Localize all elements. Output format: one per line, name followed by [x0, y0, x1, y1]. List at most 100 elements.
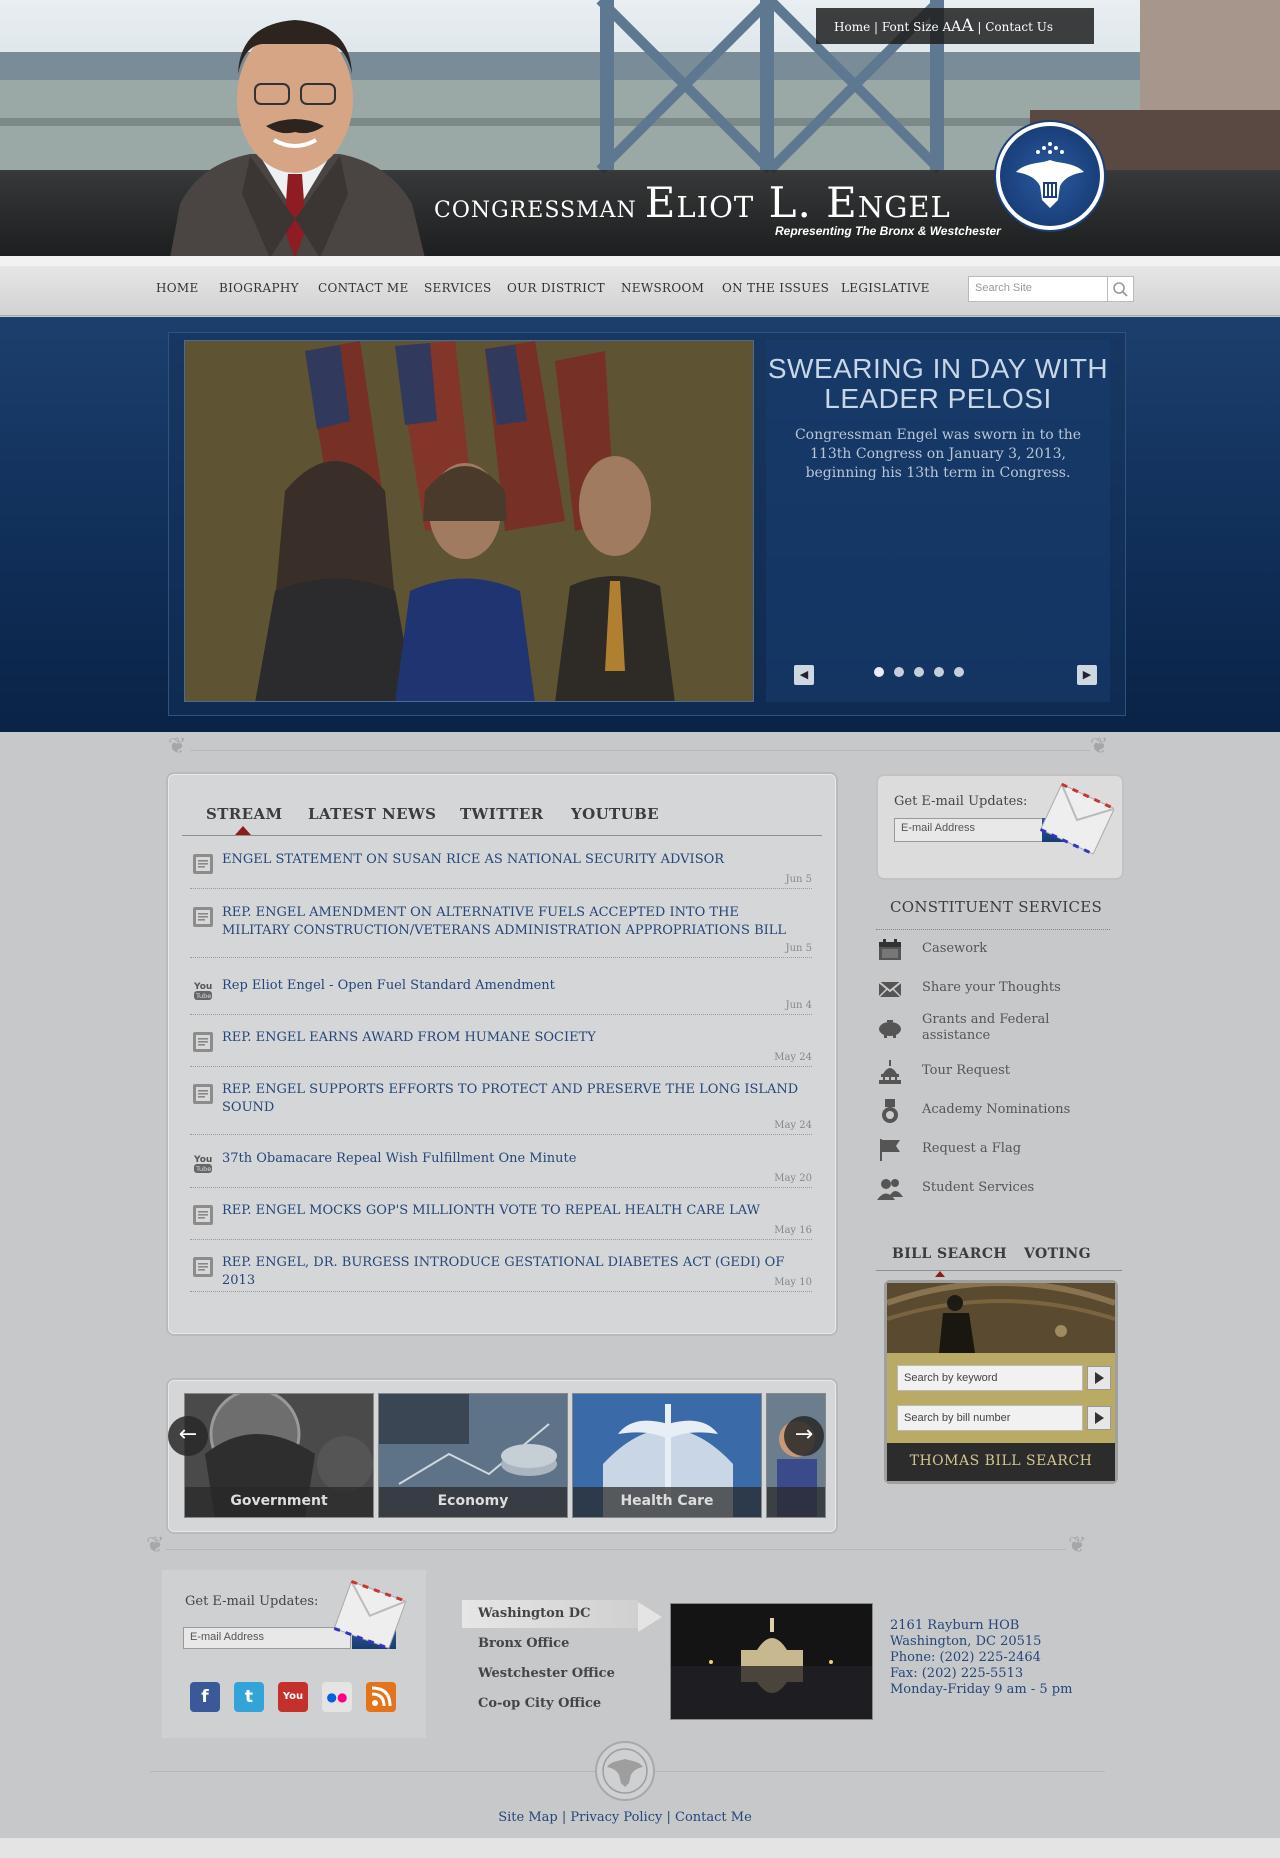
constituent-service-label[interactable]: Grants and Federal assistance: [922, 1012, 1062, 1044]
issue-government[interactable]: Government: [184, 1393, 374, 1518]
constituent-service-label[interactable]: Request a Flag: [922, 1141, 1021, 1157]
contact-us-link[interactable]: Contact Us: [985, 20, 1053, 34]
separator: |: [874, 20, 879, 34]
stream-item-title[interactable]: REP. ENGEL SUPPORTS EFFORTS TO PROTECT A…: [222, 1081, 802, 1117]
stream-item[interactable]: REP. ENGEL MOCKS GOP'S MILLIONTH VOTE TO…: [190, 1202, 812, 1246]
constituent-service-item[interactable]: Student Services: [876, 1175, 1116, 1205]
page-bottom-bar: [0, 1838, 1280, 1858]
stream-item-title[interactable]: ENGEL STATEMENT ON SUSAN RICE AS NATIONA…: [222, 851, 802, 869]
tab-bill-search[interactable]: BILL SEARCH: [892, 1246, 1007, 1262]
constituent-service-item[interactable]: Casework: [876, 936, 1116, 966]
font-size-large[interactable]: A: [961, 16, 973, 36]
stream-item[interactable]: You Tube Rep Eliot Engel - Open Fuel Stand…: [190, 977, 812, 1021]
stream-item-title[interactable]: Rep Eliot Engel - Open Fuel Standard Ame…: [222, 977, 802, 995]
stream-item-title[interactable]: REP. ENGEL EARNS AWARD FROM HUMANE SOCIE…: [222, 1029, 802, 1047]
constituent-service-item[interactable]: Share your Thoughts: [876, 975, 1116, 1005]
font-size-medium[interactable]: A: [951, 19, 961, 35]
office-washington-dc[interactable]: Washington DC: [462, 1600, 638, 1628]
stream-item-title[interactable]: 37th Obamacare Repeal Wish Fulfillment O…: [222, 1150, 802, 1168]
stream-item[interactable]: REP. ENGEL SUPPORTS EFFORTS TO PROTECT A…: [190, 1081, 812, 1141]
bill-number-input[interactable]: Search by bill number: [897, 1405, 1083, 1431]
hero-dot[interactable]: [934, 667, 944, 677]
search-button[interactable]: [1108, 276, 1134, 302]
sitemap-link[interactable]: Site Map: [498, 1810, 558, 1825]
hero-next-button[interactable]: ▶: [1077, 665, 1097, 685]
constituent-service-label[interactable]: Tour Request: [922, 1063, 1010, 1079]
nav-contact-me[interactable]: CONTACT ME: [318, 266, 409, 316]
tab-youtube[interactable]: YOUTUBE: [571, 805, 659, 823]
stream-item-title[interactable]: REP. ENGEL, DR. BURGESS INTRODUCE GESTAT…: [222, 1254, 802, 1290]
hero-dot[interactable]: [914, 667, 924, 677]
office-co-op-city[interactable]: Co-op City Office: [462, 1690, 652, 1718]
tab-stream[interactable]: STREAM: [206, 805, 283, 823]
site-title[interactable]: Congressman Eliot L. Engel: [434, 178, 951, 227]
nav-home[interactable]: HOME: [156, 266, 199, 316]
nav-services[interactable]: SERVICES: [424, 266, 492, 316]
medal-icon: [876, 1097, 904, 1125]
svg-text:Tube: Tube: [195, 992, 211, 1000]
bill-keyword-go-button[interactable]: [1087, 1366, 1111, 1390]
stream-item[interactable]: You Tube 37th Obamacare Repeal Wish Fulfil…: [190, 1150, 812, 1194]
nav-on-the-issues[interactable]: ON THE ISSUES: [722, 266, 829, 316]
footer-email-input[interactable]: E-mail Address: [183, 1627, 351, 1649]
constituent-service-label[interactable]: Academy Nominations: [922, 1102, 1070, 1118]
divider: [876, 929, 1110, 930]
facebook-icon[interactable]: f: [190, 1682, 220, 1712]
bill-number-go-button[interactable]: [1087, 1406, 1111, 1430]
nav-legislative[interactable]: LEGISLATIVE: [841, 266, 930, 316]
stream-item-title[interactable]: REP. ENGEL MOCKS GOP'S MILLIONTH VOTE TO…: [222, 1202, 802, 1220]
youtube-icon[interactable]: You: [278, 1682, 308, 1712]
phone-number[interactable]: Phone: (202) 225-2464: [890, 1650, 1072, 1666]
nav-our-district[interactable]: OUR DISTRICT: [507, 266, 605, 316]
title-prefix: Congressman: [434, 198, 637, 223]
bill-keyword-input[interactable]: Search by keyword: [897, 1365, 1083, 1391]
tab-twitter[interactable]: TWITTER: [460, 805, 544, 823]
issue-health-care[interactable]: Health Care: [572, 1393, 762, 1518]
issue-education-partial[interactable]: [766, 1393, 826, 1518]
flickr-icon[interactable]: ●●: [322, 1682, 352, 1712]
hero-prev-button[interactable]: ◀: [794, 665, 814, 685]
email-input[interactable]: E-mail Address: [894, 818, 1044, 842]
stream-item[interactable]: REP. ENGEL AMENDMENT ON ALTERNATIVE FUEL…: [190, 904, 812, 964]
stream-item[interactable]: ENGEL STATEMENT ON SUSAN RICE AS NATIONA…: [190, 851, 812, 895]
stream-item[interactable]: REP. ENGEL, DR. BURGESS INTRODUCE GESTAT…: [190, 1254, 812, 1298]
nav-biography[interactable]: BIOGRAPHY: [219, 266, 299, 316]
active-tab-indicator: [235, 826, 251, 835]
hero-dot[interactable]: [954, 667, 964, 677]
privacy-policy-link[interactable]: Privacy Policy: [570, 1810, 662, 1825]
thomas-bill-search-link[interactable]: THOMAS BILL SEARCH: [887, 1443, 1115, 1481]
office-westchester[interactable]: Westchester Office: [462, 1660, 652, 1688]
stream-item-title[interactable]: REP. ENGEL AMENDMENT ON ALTERNATIVE FUEL…: [222, 904, 802, 940]
issue-economy[interactable]: Economy: [378, 1393, 568, 1518]
stream-item[interactable]: REP. ENGEL EARNS AWARD FROM HUMANE SOCIE…: [190, 1029, 812, 1073]
carousel-prev-button[interactable]: ←: [168, 1416, 208, 1456]
hero-title[interactable]: SWEARING IN DAY WITH LEADER PELOSI: [766, 354, 1110, 414]
hero-dot[interactable]: [874, 667, 884, 677]
envelope-icon: [1040, 782, 1114, 856]
address-line: Washington, DC 20515: [890, 1634, 1042, 1649]
envelope-icon: [333, 1580, 407, 1650]
font-size-small[interactable]: A: [942, 20, 951, 34]
people-icon: [876, 1175, 904, 1203]
tab-voting[interactable]: VOTING: [1024, 1246, 1091, 1262]
hero-slide-image[interactable]: [184, 340, 754, 702]
constituent-service-item[interactable]: Tour Request: [876, 1058, 1116, 1088]
hero-dot[interactable]: [894, 667, 904, 677]
constituent-service-label[interactable]: Student Services: [922, 1180, 1034, 1196]
constituent-service-label[interactable]: Casework: [922, 941, 987, 957]
contact-me-link[interactable]: Contact Me: [675, 1810, 752, 1825]
tab-latest-news[interactable]: LATEST NEWS: [308, 805, 436, 823]
piggy-bank-icon: [876, 1013, 904, 1041]
tab-underline: [182, 835, 822, 836]
carousel-next-button[interactable]: →: [784, 1416, 824, 1456]
constituent-service-item[interactable]: Academy Nominations: [876, 1097, 1116, 1127]
twitter-icon[interactable]: t: [234, 1682, 264, 1712]
nav-newsroom[interactable]: NEWSROOM: [621, 266, 704, 316]
office-bronx[interactable]: Bronx Office: [462, 1630, 652, 1658]
home-link[interactable]: Home: [834, 20, 870, 34]
rss-icon[interactable]: [366, 1682, 396, 1712]
site-search-input[interactable]: Search Site: [968, 276, 1108, 302]
constituent-service-item[interactable]: Request a Flag: [876, 1136, 1116, 1166]
constituent-service-label[interactable]: Share your Thoughts: [922, 980, 1061, 996]
constituent-service-item[interactable]: Grants and Federal assistance: [876, 1012, 1116, 1044]
